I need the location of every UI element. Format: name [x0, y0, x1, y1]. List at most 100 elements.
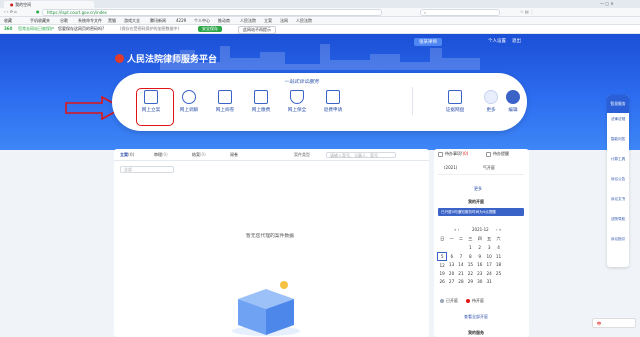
- url-text: https://lspt.court.gov.cn/index: [47, 10, 107, 15]
- tab-review[interactable]: 阅卷: [230, 151, 238, 159]
- calendar-weekdays: 日一二三四五六: [440, 236, 501, 242]
- calendar-week[interactable]: 26 27 28 29 30 31: [438, 278, 504, 287]
- hearing-notice-bar: 已开庭5时通知服务时间为9点提醒: [438, 208, 524, 216]
- todo-checkbox[interactable]: [438, 152, 443, 157]
- bookmark-item[interactable]: 人民法院: [240, 17, 256, 25]
- bookmark-item[interactable]: 收藏: [4, 17, 12, 25]
- service-refund[interactable]: 退费申请: [316, 90, 350, 113]
- case-type-filter[interactable]: 案件类型: [294, 151, 310, 159]
- case-search-input[interactable]: 请输入案号、当事人、案号: [326, 152, 396, 158]
- quick-item-smart-service[interactable]: 智慧服务: [607, 95, 629, 113]
- service-edit[interactable]: 编辑: [496, 90, 530, 113]
- court-emblem-icon: [115, 54, 124, 63]
- bookmark-item[interactable]: 手机收藏夹: [30, 17, 50, 25]
- filing-highlight-box: [136, 88, 174, 126]
- my-hearings-title: 我的开庭: [468, 199, 484, 204]
- quick-item-qa[interactable]: 智能问答: [607, 135, 629, 143]
- my-service-title: 我的服务: [468, 330, 484, 335]
- calendar-month: 2021-12: [472, 227, 489, 232]
- todo-item[interactable]: (2021) 气开庭: [438, 163, 524, 175]
- tab-filing[interactable]: 立案(0): [120, 151, 134, 159]
- quick-item-guide[interactable]: 诉讼指引: [607, 235, 629, 243]
- calendar-week[interactable]: 5 6 7 8 9 10 11: [436, 251, 504, 261]
- people-icon: [182, 90, 196, 104]
- search-icon: ⌕: [424, 10, 427, 15]
- edit-icon: [506, 90, 520, 104]
- ime-mode: 中: [597, 321, 601, 326]
- view-all-hearings-link[interactable]: 查看全部开庭: [464, 313, 488, 321]
- sidebar-panel: 待办事项!(0) 待办提醒 (2021) 气开庭 更多 我的开庭 已开庭5时通知…: [434, 149, 529, 337]
- quick-item-documents[interactable]: 诉讼文书: [607, 195, 629, 203]
- calendar-prev[interactable]: « ‹: [454, 226, 459, 234]
- legend-pending-label: 待开庭: [472, 298, 484, 303]
- service-online-payment[interactable]: 网上缴费: [244, 90, 278, 113]
- logout-link[interactable]: 退出: [512, 38, 521, 44]
- bookmark-item[interactable]: 立案: [264, 17, 272, 25]
- notice-text: 您常去网站已被保护: [18, 26, 54, 31]
- service-online-review[interactable]: 网上阅卷: [208, 90, 242, 113]
- quick-item-calculator[interactable]: 计算工具: [607, 155, 629, 163]
- nav-buttons[interactable]: ‹ › ⟳ ⌂: [4, 8, 17, 16]
- legend-done-label: 已开庭: [446, 298, 458, 303]
- shield-icon: [290, 90, 304, 104]
- password-save-notice: 360 您常去网站已被保护 您要保存这网页的密码吗? (保存在受密码保护的加密数…: [0, 25, 640, 34]
- legend-done-dot: [440, 299, 444, 303]
- bookmark-item[interactable]: 推动商: [218, 17, 230, 25]
- calendar-week[interactable]: 1234: [438, 244, 504, 253]
- toolbar-icons[interactable]: ☆ ▤ ⋮: [520, 8, 534, 16]
- tab-title: 我的空间: [15, 2, 32, 7]
- bookmark-item[interactable]: 系统命令文件: [78, 17, 102, 25]
- calendar-next[interactable]: › »: [496, 226, 501, 234]
- bookmark-item[interactable]: 人民法院: [296, 17, 312, 25]
- address-bar-row: ‹ › ⟳ ⌂ ● https://lspt.court.gov.cn/inde…: [0, 8, 640, 17]
- quick-item-laws[interactable]: 法律法规: [607, 115, 629, 123]
- disk-icon: [448, 90, 462, 104]
- cases-tabs: 立案(0) 审理(0) 结案(0) 阅卷 案件类型 请输入案号、当事人、案号: [114, 149, 429, 161]
- bookmark-item[interactable]: 谷歌: [60, 17, 68, 25]
- lock-icon: ●: [36, 9, 40, 14]
- bookmark-item[interactable]: 游戏大全: [124, 17, 140, 25]
- bookmark-item[interactable]: 4229: [176, 17, 186, 25]
- tab-closed[interactable]: 结案(0): [192, 151, 206, 159]
- ime-toolbar[interactable]: 中: [592, 318, 636, 328]
- bookmarks-bar: 收藏 手机收藏夹 谷歌 系统命令文件 黑猫 游戏大全 腾讯新闻 4229 个人中…: [0, 17, 640, 25]
- document-icon: [218, 90, 232, 104]
- todo-more-link[interactable]: 更多: [474, 185, 482, 193]
- tab-trial[interactable]: 审理(0): [154, 151, 168, 159]
- todo-label: 待办事项!(0): [445, 151, 469, 156]
- save-password-button[interactable]: 安全保存: [198, 26, 222, 32]
- reminder-checkbox[interactable]: [486, 152, 491, 157]
- empty-box-illustration: [232, 281, 300, 336]
- service-online-mediation[interactable]: 网上调解: [172, 90, 206, 113]
- notice-badge: 360: [4, 26, 13, 31]
- divider: [412, 87, 413, 115]
- status-select[interactable]: 全部: [120, 166, 174, 173]
- empty-state-text: 暂无您代理的案件数据: [246, 234, 294, 239]
- bookmark-item[interactable]: 个人中心: [194, 17, 210, 25]
- quick-item-announcement[interactable]: 诉讼公告: [607, 175, 629, 183]
- bookmark-item[interactable]: 法网: [280, 17, 288, 25]
- search-box[interactable]: ⌕: [420, 9, 500, 16]
- personal-settings-link[interactable]: 个人设置: [488, 38, 506, 44]
- service-evidence-disk[interactable]: 证据网盘: [438, 90, 472, 113]
- browser-tab[interactable]: ● 我的空间: [4, 1, 94, 8]
- service-online-preservation[interactable]: 网上保全: [280, 90, 314, 113]
- legend-pending-dot: [466, 299, 470, 303]
- refund-icon: [326, 90, 340, 104]
- calendar-week[interactable]: 19 20 21 22 23 24 25: [438, 269, 504, 278]
- calendar-week[interactable]: 12 13 14 15 16 17 18: [438, 261, 504, 270]
- tab-favicon: ●: [10, 2, 14, 7]
- reminder-label: 待办提醒: [493, 151, 509, 156]
- cases-panel: 立案(0) 审理(0) 结案(0) 阅卷 案件类型 请输入案号、当事人、案号 全…: [114, 149, 429, 337]
- never-save-button[interactable]: 此网站不再提示: [238, 26, 276, 34]
- search-placeholder: 请输入案号、当事人、案号: [330, 153, 378, 158]
- banner-slogan: 一站式诉讼服务: [284, 79, 320, 85]
- calendar-grid: 日一二三四五六 1234 5 6 7 8 9 10 11 12 13 14 15 16 17 18 19…: [436, 235, 504, 287]
- bookmark-item[interactable]: 腾讯新闻: [150, 17, 166, 25]
- monitor-icon: [254, 90, 268, 104]
- bookmark-item[interactable]: 黑猫: [108, 17, 116, 25]
- window-controls[interactable]: — ▢ ✕: [600, 0, 614, 8]
- url-field[interactable]: https://lspt.court.gov.cn/index: [42, 9, 382, 16]
- quick-item-navigation[interactable]: 法院导航: [607, 215, 629, 223]
- notice-detail: (保存在受密码保护的加密数据中): [120, 26, 180, 31]
